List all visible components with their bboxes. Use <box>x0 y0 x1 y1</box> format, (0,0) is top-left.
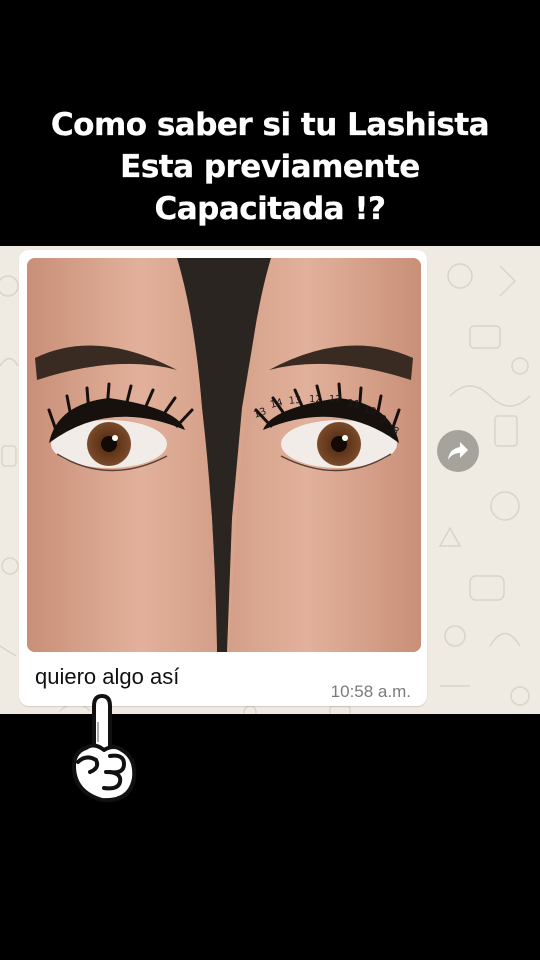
eyes-lash-photo[interactable]: 13 14 13 12 12 11 10 9 8 <box>27 258 421 652</box>
message-text: quiero algo así <box>35 664 180 689</box>
caption-line-2: Esta previamente <box>120 149 420 185</box>
forward-arrow-icon <box>448 442 468 460</box>
lash-map-label: 11 <box>347 398 361 411</box>
message-bubble[interactable]: 13 14 13 12 12 11 10 9 8 quiero algo así… <box>19 250 427 706</box>
forward-button[interactable] <box>437 430 479 472</box>
lash-map-label: 12 <box>329 394 342 405</box>
video-caption: Como saber si tu Lashista Esta previamen… <box>0 104 540 230</box>
pointing-up-hand-icon <box>64 692 144 808</box>
caption-line-1: Como saber si tu Lashista <box>50 107 490 143</box>
chat-screenshot: 13 14 13 12 12 11 10 9 8 quiero algo así… <box>0 246 540 714</box>
lash-map-label: 13 <box>288 395 302 407</box>
caption-line-3: Capacitada !? <box>154 191 386 227</box>
lash-map-label: 12 <box>309 394 322 405</box>
message-timestamp: 10:58 a.m. <box>330 682 411 701</box>
